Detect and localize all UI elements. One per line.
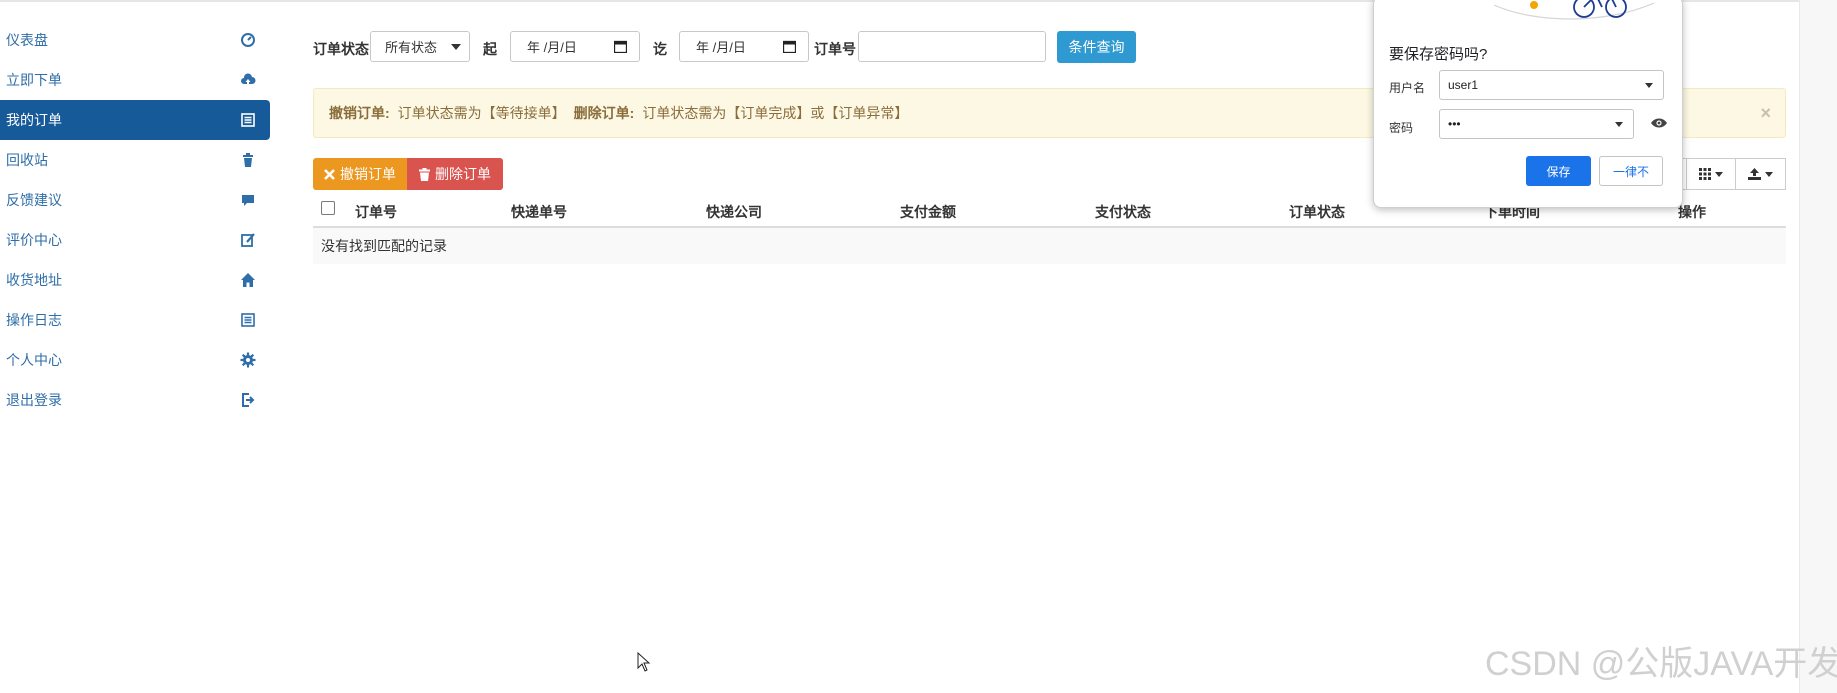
watermark: CSDN @公版JAVA开发 — [1485, 645, 1837, 683]
sidebar-item-my-orders[interactable]: 我的订单 — [0, 100, 270, 140]
log-icon — [240, 312, 256, 328]
sidebar-item-reviews[interactable]: 评价中心 — [0, 220, 270, 260]
username-value: user1 — [1448, 78, 1479, 92]
sidebar-item-place-order[interactable]: 立即下单 — [0, 60, 270, 100]
end-date-input[interactable]: 年 /月/日 — [679, 31, 809, 62]
delete-order-label: 删除订单 — [435, 166, 491, 182]
eye-icon[interactable] — [1650, 117, 1668, 129]
username-field[interactable]: user1 — [1439, 70, 1664, 100]
cloud-upload-icon — [240, 72, 256, 88]
start-date-input[interactable]: 年 /月/日 — [510, 31, 640, 62]
order-no-input[interactable] — [858, 31, 1046, 62]
sidebar-item-label: 反馈建议 — [6, 192, 62, 208]
delete-order-button[interactable]: 删除订单 — [407, 158, 503, 190]
trash-icon — [419, 167, 430, 181]
edit-icon — [240, 232, 256, 248]
gear-icon — [240, 352, 256, 368]
column-header[interactable]: 订单状态 — [1289, 202, 1345, 222]
order-status-select[interactable]: 所有状态 — [370, 31, 470, 62]
sidebar-item-label: 回收站 — [6, 152, 48, 168]
browser-scrollbar[interactable] — [1799, 0, 1837, 693]
sidebar-item-label: 退出登录 — [6, 392, 62, 408]
column-header[interactable]: 操作 — [1678, 202, 1706, 222]
mouse-cursor-icon — [637, 652, 651, 672]
sidebar-item-label: 我的订单 — [6, 112, 62, 128]
sidebar-item-label: 立即下单 — [6, 72, 62, 88]
sidebar-item-label: 个人中心 — [6, 352, 62, 368]
sidebar: 仪表盘 立即下单 我的订单 回收站 反馈建议 评价中心 收货地址 操作日志 个人… — [0, 20, 270, 420]
sidebar-item-label: 评价中心 — [6, 232, 62, 248]
column-header[interactable]: 快递单号 — [511, 202, 567, 222]
export-icon — [1748, 168, 1761, 180]
column-header[interactable]: 订单号 — [355, 202, 397, 222]
column-header[interactable]: 快递公司 — [706, 202, 762, 222]
column-header[interactable]: 支付状态 — [1095, 202, 1151, 222]
password-value: ••• — [1448, 117, 1461, 131]
chevron-down-icon — [1765, 171, 1773, 177]
close-icon — [324, 168, 335, 180]
order-no-label: 订单号 — [814, 41, 856, 57]
start-date-value: 年 /月/日 — [527, 40, 577, 55]
column-header[interactable]: 支付金额 — [900, 202, 956, 222]
chevron-down-icon — [1615, 122, 1623, 127]
chevron-down-icon — [1715, 171, 1723, 177]
trash-icon — [240, 152, 256, 168]
logout-icon — [240, 392, 256, 408]
sidebar-item-operation-log[interactable]: 操作日志 — [0, 300, 270, 340]
home-icon — [240, 272, 256, 288]
username-label: 用户名 — [1389, 81, 1426, 95]
password-field[interactable]: ••• — [1439, 109, 1634, 139]
password-label: 密码 — [1389, 121, 1414, 135]
sidebar-item-label: 操作日志 — [6, 312, 62, 328]
end-date-label: 讫 — [653, 41, 667, 57]
comment-icon — [240, 192, 256, 208]
query-button[interactable]: 条件查询 — [1057, 31, 1136, 63]
order-status-value: 所有状态 — [385, 40, 438, 55]
start-date-label: 起 — [483, 41, 497, 57]
sidebar-item-label: 收货地址 — [6, 272, 62, 288]
save-password-button[interactable]: 保存 — [1526, 156, 1591, 186]
bicycle-illustration-icon — [1493, 0, 1655, 20]
delete-rule-title: 删除订单: — [573, 105, 635, 121]
revoke-order-button[interactable]: 撤销订单 — [313, 158, 407, 190]
sidebar-item-profile[interactable]: 个人中心 — [0, 340, 270, 380]
sidebar-item-label: 仪表盘 — [6, 32, 48, 48]
calendar-icon[interactable] — [783, 40, 796, 53]
revoke-rule-text: 订单状态需为【等待接单】 — [397, 105, 566, 121]
table-empty-row: 没有找到匹配的记录 — [313, 228, 1786, 264]
order-status-label: 订单状态 — [313, 41, 369, 57]
empty-text: 没有找到匹配的记录 — [321, 238, 447, 254]
chevron-down-icon — [1645, 83, 1653, 88]
columns-toggle-button[interactable] — [1686, 158, 1736, 190]
chevron-down-icon — [451, 44, 461, 50]
sidebar-item-dashboard[interactable]: 仪表盘 — [0, 20, 270, 60]
dashboard-icon — [240, 32, 256, 48]
sidebar-item-recycle-bin[interactable]: 回收站 — [0, 140, 270, 180]
never-save-button[interactable]: 一律不 — [1599, 156, 1663, 186]
select-all-checkbox[interactable] — [321, 201, 335, 215]
grid-icon — [1699, 168, 1711, 180]
sidebar-item-feedback[interactable]: 反馈建议 — [0, 180, 270, 220]
calendar-icon[interactable] — [614, 40, 627, 53]
list-icon — [240, 112, 256, 128]
sidebar-item-address[interactable]: 收货地址 — [0, 260, 270, 300]
delete-rule-text: 订单状态需为【订单完成】或【订单异常】 — [642, 105, 909, 121]
close-icon[interactable]: × — [1760, 103, 1771, 124]
export-button[interactable] — [1736, 158, 1786, 190]
revoke-order-label: 撤销订单 — [340, 166, 396, 182]
save-password-popup: 要保存密码吗? 用户名 user1 密码 ••• 保存 一律不 — [1373, 0, 1683, 208]
save-password-title: 要保存密码吗? — [1389, 46, 1488, 63]
end-date-value: 年 /月/日 — [696, 40, 746, 55]
sidebar-item-logout[interactable]: 退出登录 — [0, 380, 270, 420]
revoke-rule-title: 撤销订单: — [329, 105, 390, 121]
